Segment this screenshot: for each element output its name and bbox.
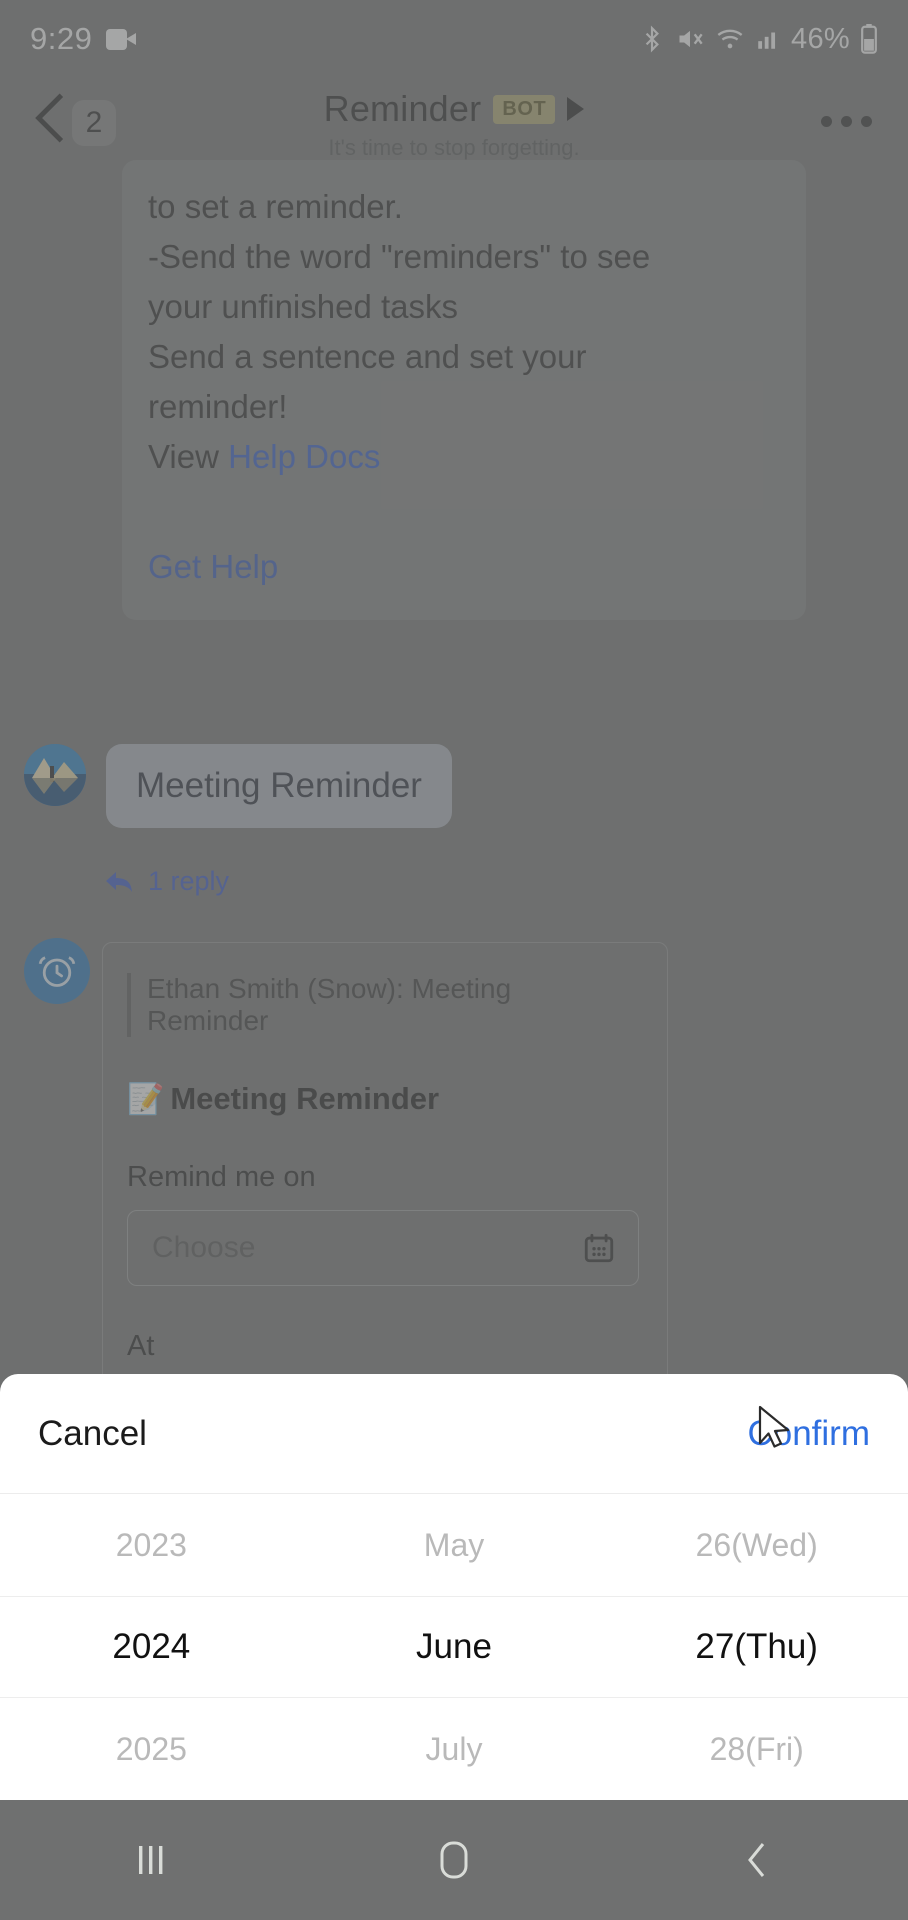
- alarm-clock-icon[interactable]: [24, 938, 90, 1004]
- home-icon[interactable]: [394, 1820, 514, 1900]
- year-wheel-below[interactable]: 2025: [0, 1731, 303, 1768]
- remind-date-placeholder: Choose: [152, 1231, 256, 1264]
- reply-arrow-icon: [106, 871, 132, 892]
- bot-line-5: reminder!: [148, 388, 288, 425]
- cancel-button[interactable]: Cancel: [38, 1414, 147, 1454]
- year-wheel-above[interactable]: 2023: [0, 1527, 303, 1564]
- recent-apps-icon[interactable]: [91, 1820, 211, 1900]
- page-title: Reminder: [323, 88, 482, 129]
- month-wheel-below[interactable]: July: [303, 1731, 606, 1768]
- bot-line-3: your unfinished tasks: [148, 288, 459, 325]
- status-time: 9:29: [30, 21, 93, 56]
- month-wheel-above[interactable]: May: [303, 1527, 606, 1564]
- remind-date-input[interactable]: Choose: [127, 1210, 639, 1286]
- status-bar: 9:29 46%: [0, 0, 908, 78]
- user-avatar[interactable]: [24, 744, 86, 806]
- play-caret-icon[interactable]: [567, 97, 585, 121]
- volume-mute-icon: [679, 30, 703, 48]
- bluetooth-icon: [645, 25, 659, 53]
- user-message-bubble: Meeting Reminder: [106, 744, 452, 828]
- back-icon[interactable]: [697, 1820, 817, 1900]
- reminder-card-title: 📝 Meeting Reminder: [127, 1081, 639, 1117]
- month-wheel-selected[interactable]: June: [303, 1627, 606, 1667]
- bot-line-2: -Send the word "reminders" to see: [148, 238, 651, 275]
- memo-icon: 📝: [127, 1082, 165, 1116]
- wheel-row-below[interactable]: 2025 July 28(Fri): [0, 1698, 908, 1800]
- more-options-icon[interactable]: [821, 116, 872, 127]
- remind-date-label: Remind me on: [127, 1161, 316, 1193]
- wheel-row-selected[interactable]: 2024 June 27(Thu): [0, 1596, 908, 1698]
- battery-icon: [861, 24, 877, 54]
- user-message-row: Meeting Reminder: [24, 744, 452, 828]
- mouse-pointer-icon: [758, 1405, 790, 1448]
- quoted-message: Ethan Smith (Snow): Meeting Reminder: [127, 973, 639, 1037]
- bot-badge: BOT: [493, 94, 556, 124]
- battery-percent: 46%: [791, 22, 850, 55]
- day-wheel-selected[interactable]: 27(Thu): [605, 1627, 908, 1667]
- android-nav-bar: [0, 1800, 908, 1920]
- chat-subtitle: It's time to stop forgetting.: [328, 135, 580, 160]
- get-help-link[interactable]: Get Help: [148, 548, 780, 586]
- wifi-icon: [717, 29, 743, 49]
- reminder-title-text: Meeting Reminder: [170, 1081, 440, 1116]
- view-prefix: View: [148, 438, 229, 475]
- wheel-row-above[interactable]: 2023 May 26(Wed): [0, 1494, 908, 1596]
- reply-count-label: 1 reply: [148, 866, 230, 896]
- date-picker-wheels: 2023 May 26(Wed) 2024 June 27(Thu) 2025 …: [0, 1494, 908, 1800]
- day-wheel-above[interactable]: 26(Wed): [605, 1527, 908, 1564]
- calendar-icon[interactable]: [582, 1231, 616, 1265]
- day-wheel-below[interactable]: 28(Fri): [605, 1731, 908, 1768]
- bot-line-1: to set a reminder.: [148, 188, 403, 225]
- remind-time-label: At: [127, 1330, 155, 1362]
- video-camera-icon: [106, 28, 137, 50]
- cellular-signal-icon: [758, 32, 776, 49]
- thread-reply-link[interactable]: 1 reply: [104, 866, 229, 897]
- bot-line-4: Send a sentence and set your: [148, 338, 587, 375]
- year-wheel-selected[interactable]: 2024: [0, 1627, 303, 1667]
- bot-message-bubble: to set a reminder. -Send the word "remin…: [122, 160, 806, 620]
- bot-view-line: View Help Docs: [148, 432, 780, 482]
- chat-title-block: Reminder BOT It's time to stop forgettin…: [0, 88, 908, 161]
- phone-screen: 9:29 46% 2 Reminder BOT It's time to sto…: [0, 0, 908, 1920]
- help-docs-link[interactable]: Help Docs: [228, 438, 380, 475]
